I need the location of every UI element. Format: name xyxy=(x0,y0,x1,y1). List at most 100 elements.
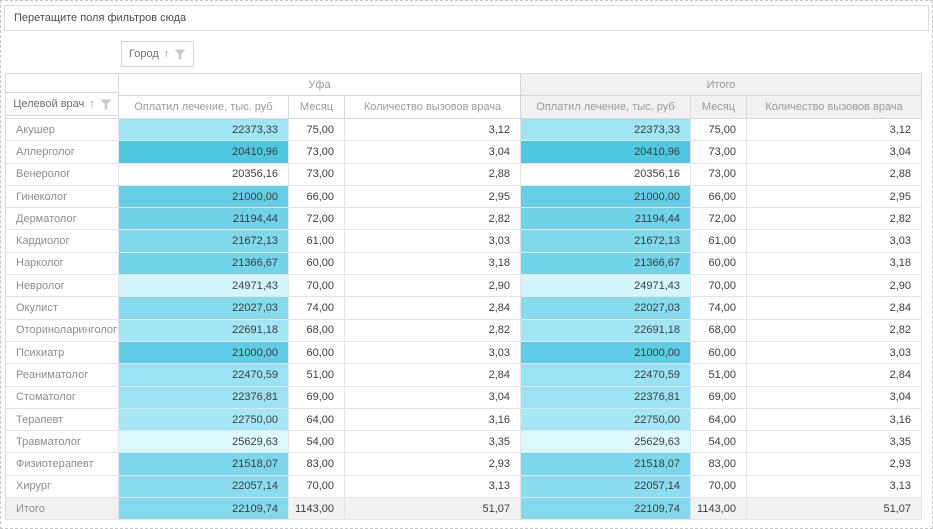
value-cell-paid[interactable]: 24971,43 xyxy=(521,275,691,297)
value-cell-month[interactable]: 66,00 xyxy=(289,186,345,208)
value-cell-paid[interactable]: 21194,44 xyxy=(119,208,289,230)
value-cell-calls[interactable]: 2,95 xyxy=(747,186,922,208)
row-label[interactable]: Акушер xyxy=(6,119,119,141)
value-cell-month[interactable]: 61,00 xyxy=(691,230,747,252)
value-cell-paid[interactable]: 22057,14 xyxy=(119,476,289,498)
measure-header-0-2[interactable]: Количество вызовов врача xyxy=(345,96,521,119)
value-cell-calls[interactable]: 2,84 xyxy=(747,364,922,386)
value-cell-month[interactable]: 70,00 xyxy=(691,476,747,498)
row-field-target-doctor[interactable]: Целевой врач↑ xyxy=(6,92,119,116)
value-cell-calls[interactable]: 51,07 xyxy=(747,498,922,520)
value-cell-calls[interactable]: 2,82 xyxy=(747,320,922,342)
value-cell-calls[interactable]: 2,82 xyxy=(345,320,521,342)
value-cell-calls[interactable]: 3,03 xyxy=(345,342,521,364)
value-cell-month[interactable]: 83,00 xyxy=(289,453,345,475)
row-label-total[interactable]: Итого xyxy=(6,498,119,520)
value-cell-calls[interactable]: 51,07 xyxy=(345,498,521,520)
value-cell-calls[interactable]: 3,03 xyxy=(747,230,922,252)
value-cell-paid[interactable]: 22376,81 xyxy=(521,387,691,409)
value-cell-paid[interactable]: 22376,81 xyxy=(119,387,289,409)
value-cell-paid[interactable]: 20356,16 xyxy=(119,164,289,186)
value-cell-calls[interactable]: 3,18 xyxy=(345,253,521,275)
value-cell-paid[interactable]: 20410,96 xyxy=(119,141,289,163)
value-cell-calls[interactable]: 2,90 xyxy=(747,275,922,297)
row-label[interactable]: Реаниматолог xyxy=(6,364,119,386)
value-cell-calls[interactable]: 2,84 xyxy=(747,297,922,319)
value-cell-paid[interactable]: 22750,00 xyxy=(119,409,289,431)
value-cell-month[interactable]: 73,00 xyxy=(691,141,747,163)
row-label[interactable]: Оториноларинголог xyxy=(6,320,119,342)
value-cell-paid[interactable]: 22027,03 xyxy=(119,297,289,319)
row-label[interactable]: Физиотерапевт xyxy=(6,453,119,475)
filter-funnel-icon[interactable] xyxy=(174,49,186,60)
value-cell-calls[interactable]: 3,04 xyxy=(747,141,922,163)
value-cell-calls[interactable]: 3,13 xyxy=(747,476,922,498)
measure-header-1-0[interactable]: Оплатил лечение, тыс. руб xyxy=(521,96,691,119)
value-cell-calls[interactable]: 3,16 xyxy=(747,409,922,431)
value-cell-month[interactable]: 51,00 xyxy=(289,364,345,386)
row-label[interactable]: Стоматолог xyxy=(6,387,119,409)
value-cell-paid[interactable]: 21672,13 xyxy=(119,230,289,252)
value-cell-paid[interactable]: 21000,00 xyxy=(119,342,289,364)
value-cell-paid[interactable]: 22373,33 xyxy=(521,119,691,141)
value-cell-month[interactable]: 70,00 xyxy=(691,275,747,297)
value-cell-calls[interactable]: 3,18 xyxy=(747,253,922,275)
value-cell-paid[interactable]: 21000,00 xyxy=(119,186,289,208)
value-cell-month[interactable]: 64,00 xyxy=(289,409,345,431)
value-cell-month[interactable]: 73,00 xyxy=(289,141,345,163)
column-field-city[interactable]: Город ↑ xyxy=(121,41,194,67)
value-cell-paid[interactable]: 22373,33 xyxy=(119,119,289,141)
filter-funnel-icon[interactable] xyxy=(100,99,112,110)
value-cell-paid[interactable]: 22750,00 xyxy=(521,409,691,431)
measure-header-0-0[interactable]: Оплатил лечение, тыс. руб xyxy=(119,96,289,119)
value-cell-calls[interactable]: 2,82 xyxy=(747,208,922,230)
row-label[interactable]: Кардиолог xyxy=(6,230,119,252)
value-cell-paid[interactable]: 24971,43 xyxy=(119,275,289,297)
value-cell-paid[interactable]: 21366,67 xyxy=(119,253,289,275)
value-cell-calls[interactable]: 3,03 xyxy=(345,230,521,252)
value-cell-paid[interactable]: 22109,74 xyxy=(119,498,289,520)
value-cell-calls[interactable]: 3,35 xyxy=(747,431,922,453)
value-cell-paid[interactable]: 22470,59 xyxy=(521,364,691,386)
value-cell-month[interactable]: 1143,00 xyxy=(691,498,747,520)
row-label[interactable]: Невролог xyxy=(6,275,119,297)
value-cell-calls[interactable]: 2,93 xyxy=(747,453,922,475)
value-cell-calls[interactable]: 2,82 xyxy=(345,208,521,230)
column-group-header-1[interactable]: Итого xyxy=(521,74,922,96)
value-cell-paid[interactable]: 21194,44 xyxy=(521,208,691,230)
value-cell-month[interactable]: 1143,00 xyxy=(289,498,345,520)
value-cell-month[interactable]: 73,00 xyxy=(691,164,747,186)
column-group-header-0[interactable]: Уфа xyxy=(119,74,521,96)
value-cell-paid[interactable]: 25629,63 xyxy=(119,431,289,453)
value-cell-calls[interactable]: 2,93 xyxy=(345,453,521,475)
value-cell-month[interactable]: 69,00 xyxy=(289,387,345,409)
value-cell-paid[interactable]: 21366,67 xyxy=(521,253,691,275)
value-cell-paid[interactable]: 22027,03 xyxy=(521,297,691,319)
value-cell-calls[interactable]: 3,04 xyxy=(747,387,922,409)
value-cell-paid[interactable]: 22691,18 xyxy=(521,320,691,342)
value-cell-month[interactable]: 74,00 xyxy=(289,297,345,319)
value-cell-month[interactable]: 70,00 xyxy=(289,275,345,297)
row-label[interactable]: Травматолог xyxy=(6,431,119,453)
row-label[interactable]: Аллерголог xyxy=(6,141,119,163)
row-label[interactable]: Нарколог xyxy=(6,253,119,275)
value-cell-month[interactable]: 70,00 xyxy=(289,476,345,498)
row-label[interactable]: Гинеколог xyxy=(6,186,119,208)
value-cell-calls[interactable]: 2,90 xyxy=(345,275,521,297)
value-cell-month[interactable]: 51,00 xyxy=(691,364,747,386)
value-cell-month[interactable]: 54,00 xyxy=(289,431,345,453)
value-cell-calls[interactable]: 3,35 xyxy=(345,431,521,453)
value-cell-calls[interactable]: 3,04 xyxy=(345,387,521,409)
value-cell-calls[interactable]: 2,88 xyxy=(345,164,521,186)
value-cell-paid[interactable]: 21000,00 xyxy=(521,342,691,364)
filter-drop-zone[interactable]: Перетащите поля фильтров сюда xyxy=(4,5,929,31)
row-label[interactable]: Венеролог xyxy=(6,164,119,186)
value-cell-paid[interactable]: 22470,59 xyxy=(119,364,289,386)
value-cell-paid[interactable]: 22057,14 xyxy=(521,476,691,498)
value-cell-month[interactable]: 75,00 xyxy=(289,119,345,141)
value-cell-month[interactable]: 66,00 xyxy=(691,186,747,208)
value-cell-calls[interactable]: 3,16 xyxy=(345,409,521,431)
value-cell-paid[interactable]: 22691,18 xyxy=(119,320,289,342)
value-cell-month[interactable]: 83,00 xyxy=(691,453,747,475)
value-cell-month[interactable]: 68,00 xyxy=(691,320,747,342)
